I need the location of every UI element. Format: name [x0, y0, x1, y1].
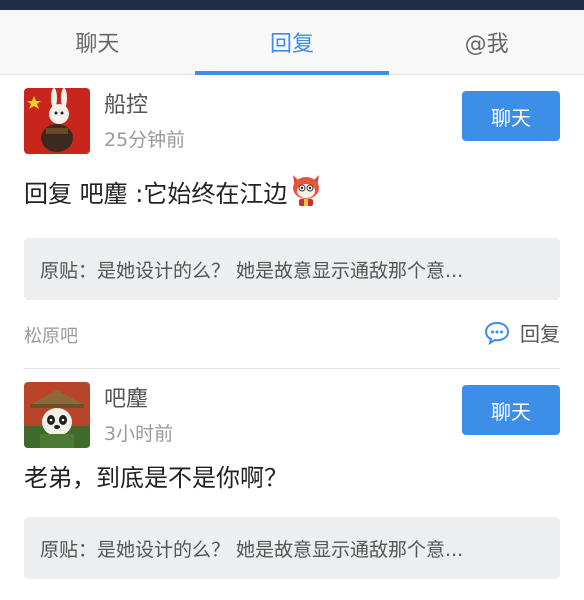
fox-emoji-icon [289, 171, 323, 216]
reply-item: 吧麈 3小时前 聊天 老弟，到底是不是你啊？ 原贴：是她设计的么？ 她是故意显示… [0, 369, 584, 579]
user-name[interactable]: 吧麈 [104, 381, 148, 413]
post-header: 吧麈 3小时前 聊天 [24, 369, 560, 461]
original-post-quote[interactable]: 原贴：是她设计的么？ 她是故意显示通敌那个意... [24, 238, 560, 300]
original-post-quote[interactable]: 原贴：是她设计的么？ 她是故意显示通敌那个意... [24, 517, 560, 579]
post-time: 25分钟前 [104, 129, 186, 151]
reply-content: 回复 吧麈 :它始终在江边 [24, 167, 560, 216]
tab-chat[interactable]: 聊天 [0, 10, 195, 74]
reply-label: 回复 [520, 322, 560, 346]
post-footer: 松原吧 回复 [24, 300, 560, 368]
panda-avatar-icon [24, 382, 90, 448]
status-bar [0, 0, 584, 10]
reply-text: 老弟，到底是不是你啊？ [24, 464, 288, 492]
reply-text: 回复 吧麈 :它始终在江边 [24, 179, 288, 208]
reply-button[interactable]: 回复 [484, 318, 560, 347]
comment-icon [484, 321, 510, 345]
tab-bar: 聊天 回复 @我 [0, 10, 584, 75]
tab-reply[interactable]: 回复 [195, 10, 390, 74]
avatar[interactable] [24, 88, 90, 154]
chat-button[interactable]: 聊天 [462, 385, 560, 435]
chat-button[interactable]: 聊天 [462, 91, 560, 141]
rabbit-avatar-icon [24, 88, 90, 154]
reply-item: 船控 25分钟前 聊天 回复 吧麈 :它始终在江边 原贴：是她设计的么？ 她是故… [0, 75, 584, 368]
post-header: 船控 25分钟前 聊天 [24, 75, 560, 167]
forum-name[interactable]: 松原吧 [24, 322, 78, 348]
user-name[interactable]: 船控 [104, 87, 148, 119]
avatar[interactable] [24, 382, 90, 448]
reply-content: 老弟，到底是不是你啊？ [24, 461, 560, 495]
tab-mentions[interactable]: @我 [389, 10, 584, 74]
post-time: 3小时前 [104, 423, 174, 445]
